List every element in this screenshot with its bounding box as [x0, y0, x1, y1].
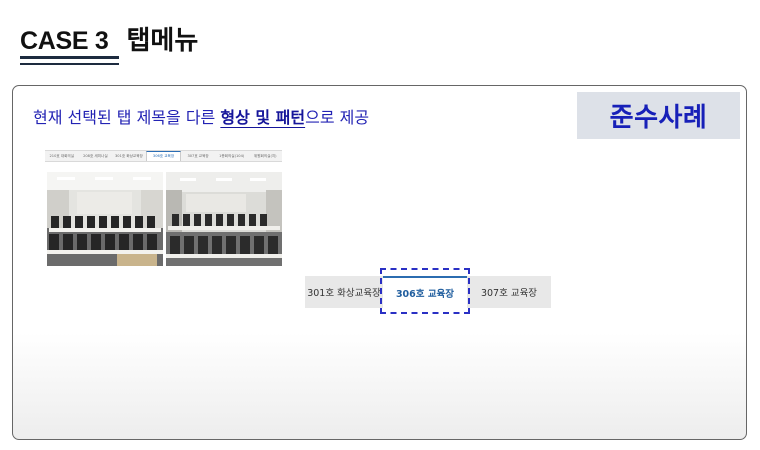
slide-heading: CASE 3 탭메뉴: [20, 20, 198, 57]
example-tab-label: 1층회의실(104): [219, 153, 245, 158]
example-tab-label: 307호 교육장: [187, 153, 209, 158]
example-tab-label: 210호 대회의실: [49, 153, 75, 158]
example-tab-strip: 210호 대회의실 208호 세미나실 301호 화상교육장 306호 교육장 …: [45, 150, 282, 162]
heading-underline-bottom: [20, 63, 119, 65]
tab-label: 307호 교육장: [480, 288, 538, 299]
description-prefix: 현재 선택된 탭 제목을 다른: [33, 108, 221, 127]
heading-underline-top: [20, 56, 119, 59]
classroom-photo-left: [47, 172, 163, 266]
example-tab-208[interactable]: 208호 세미나실: [79, 151, 113, 161]
tab-label: 301호 화상교육장: [307, 288, 381, 299]
case-label: CASE 3: [20, 27, 109, 55]
example-tab-label: 301호 화상교육장: [115, 153, 143, 158]
compliance-badge: 준수사례: [577, 92, 740, 139]
description-suffix: 으로 제공: [305, 108, 370, 127]
example-tab-210[interactable]: 210호 대회의실: [45, 151, 79, 161]
tab-301-video-room[interactable]: 301호 화상교육장: [305, 276, 383, 308]
slide-title: 탭메뉴: [126, 26, 199, 56]
example-tab-label: 위원회의실(지): [253, 153, 277, 158]
classroom-photo-right: [166, 172, 282, 266]
example-tab-label: 208호 세미나실: [83, 153, 108, 158]
example-tab-committee[interactable]: 위원회의실(지): [248, 151, 282, 161]
description-emphasis: 형상 및 패턴: [220, 108, 306, 127]
description-text: 현재 선택된 탭 제목을 다른 형상 및 패턴으로 제공: [33, 104, 369, 128]
example-tab-301[interactable]: 301호 화상교육장: [112, 151, 146, 161]
selected-tab-highlight: [380, 268, 470, 314]
tab-307-classroom[interactable]: 307호 교육장: [467, 276, 551, 308]
example-tab-306[interactable]: 306호 교육장: [145, 151, 182, 161]
compliance-badge-label: 준수사례: [609, 103, 708, 133]
example-tab-104[interactable]: 1층회의실(104): [215, 151, 249, 161]
example-tab-307[interactable]: 307호 교육장: [181, 151, 215, 161]
example-tab-label: 306호 교육장: [152, 154, 175, 158]
